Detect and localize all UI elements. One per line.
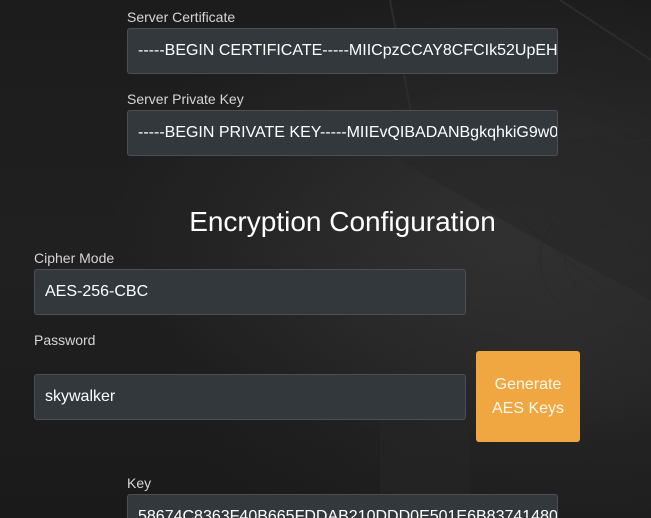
server-certificate-field[interactable]: -----BEGIN CERTIFICATE-----MIICpzCCAY8CF… — [127, 28, 558, 74]
key-field[interactable]: 58674C8363F40B665FDDAB210DDD0E501E6B8374… — [127, 494, 558, 518]
encryption-config-heading: Encryption Configuration — [189, 206, 496, 237]
server-private-key-label: Server Private Key — [127, 91, 244, 107]
generate-aes-keys-button[interactable]: Generate AES Keys — [476, 351, 580, 442]
cipher-mode-field[interactable]: AES-256-CBC — [34, 269, 466, 315]
encryption-config-page: Server Certificate -----BEGIN CERTIFICAT… — [0, 0, 651, 518]
key-label: Key — [127, 475, 152, 491]
server-private-key-field[interactable]: -----BEGIN PRIVATE KEY-----MIIEvQIBADANB… — [127, 110, 558, 156]
password-label: Password — [34, 332, 96, 348]
cipher-mode-label: Cipher Mode — [34, 250, 115, 266]
server-certificate-label: Server Certificate — [127, 9, 236, 25]
password-field[interactable]: skywalker — [34, 374, 466, 420]
